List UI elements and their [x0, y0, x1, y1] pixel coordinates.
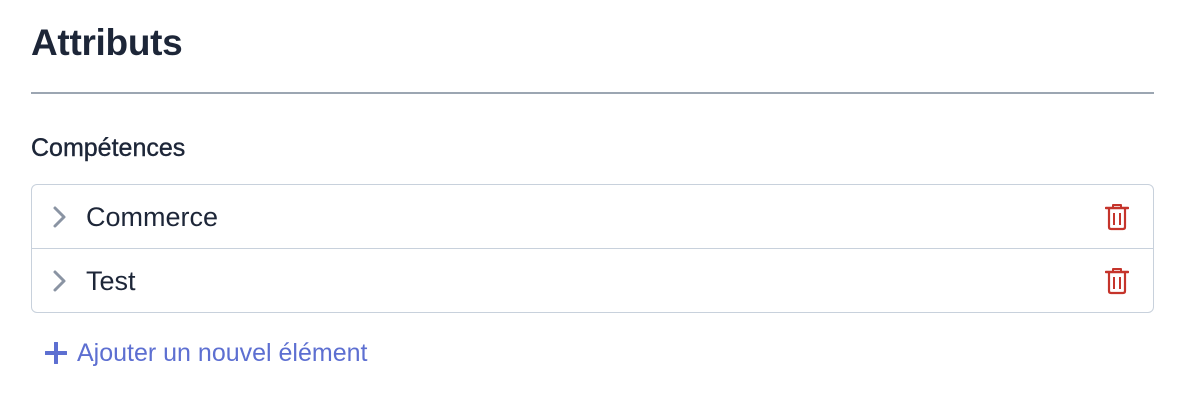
list-item-label: Commerce: [86, 201, 219, 232]
title-divider: [31, 92, 1154, 94]
page-title: Attributs: [31, 22, 183, 63]
plus-icon: [45, 342, 67, 364]
chevron-right-icon[interactable]: [52, 205, 68, 229]
trash-icon[interactable]: [1105, 203, 1129, 231]
add-item-button[interactable]: Ajouter un nouvel élément: [45, 337, 367, 369]
add-item-label: Ajouter un nouvel élément: [77, 339, 368, 367]
list-item-commerce[interactable]: Commerce: [32, 185, 1153, 248]
section-label: Compétences: [31, 134, 186, 162]
list-item-test[interactable]: Test: [32, 248, 1153, 312]
attribute-list: Commerce Test: [31, 184, 1154, 313]
list-item-label: Test: [86, 265, 136, 296]
trash-icon[interactable]: [1105, 267, 1129, 295]
chevron-right-icon[interactable]: [52, 269, 68, 293]
